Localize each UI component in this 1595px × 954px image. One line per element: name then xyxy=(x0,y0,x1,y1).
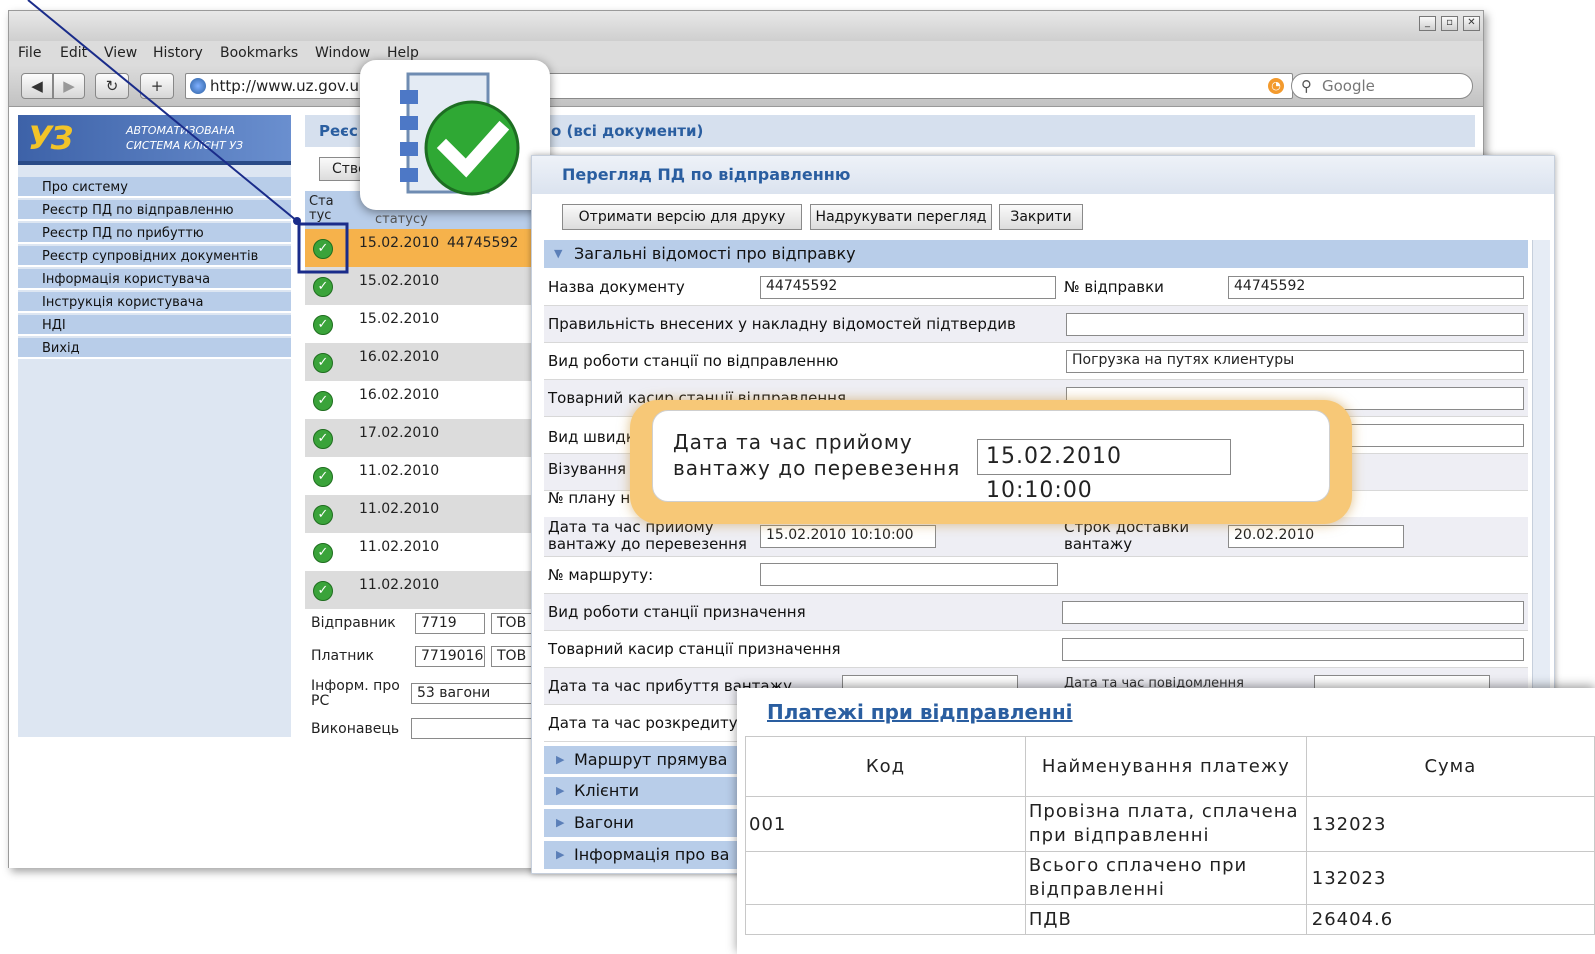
dest-work-label: Вид роботи станції призначення xyxy=(548,603,806,621)
dest-work-row: Вид роботи станції призначення xyxy=(544,594,1528,631)
col-code: Код xyxy=(745,736,1026,797)
dest-cashier-row: Товарний касир станції призначення xyxy=(544,631,1528,668)
payments-table: Код Найменування платежу Сума 001 Провіз… xyxy=(745,736,1595,935)
chevron-right-icon: ▶ xyxy=(556,753,565,766)
work-field[interactable]: Погрузка на путях клиентуры xyxy=(1066,350,1524,373)
callout-label: Дата та час прийому вантажу до перевезен… xyxy=(673,430,961,480)
doc-name-field[interactable]: 44745592 xyxy=(760,276,1056,299)
route-field[interactable] xyxy=(760,563,1058,586)
chevron-right-icon: ▶ xyxy=(556,848,565,861)
col-name: Найменування платежу xyxy=(1024,736,1307,797)
delivery-field[interactable]: 20.02.2010 xyxy=(1228,525,1404,548)
dialog-title: Перегляд ПД по відправленню xyxy=(532,156,1554,194)
col-sum: Сума xyxy=(1305,736,1595,797)
accept-label: Дата та час прийому вантажу до перевезен… xyxy=(548,518,747,553)
payment-sum: 26404.6 xyxy=(1305,904,1595,935)
payment-code xyxy=(745,851,1026,905)
accept-datetime-field[interactable]: 15.02.2010 10:10:00 xyxy=(760,525,936,548)
payment-sum: 132023 xyxy=(1305,851,1595,905)
route-label: № маршруту: xyxy=(548,566,654,584)
section-wagon-info-title: Інформація про ва xyxy=(574,845,730,864)
section-title: Загальні відомості про відправку xyxy=(574,244,856,263)
dest-cashier-label: Товарний касир станції призначення xyxy=(548,640,841,658)
section-route-title: Маршрут прямува xyxy=(574,750,728,769)
work-row: Вид роботи станції по відправленню Погру… xyxy=(544,343,1528,380)
callout-panel: Дата та час прийому вантажу до перевезен… xyxy=(652,410,1330,503)
section-clients-title: Клієнти xyxy=(574,781,639,800)
document-check-icon xyxy=(400,72,520,196)
route-row: № маршруту: xyxy=(544,557,1528,594)
general-info-section-header[interactable]: ▼ Загальні відомості про відправку xyxy=(544,240,1528,268)
confirm-field[interactable] xyxy=(1066,313,1524,336)
uncredit-label: Дата та час розкредиту xyxy=(548,714,738,732)
speed-label: Вид швидк xyxy=(548,428,635,446)
payment-name: Провізна плата, сплачена при відправленн… xyxy=(1024,796,1307,852)
payments-title[interactable]: Платежі при відправленні xyxy=(767,700,1073,724)
table-row: Всього сплачено при відправленні 132023 xyxy=(745,851,1595,905)
payment-code xyxy=(745,904,1026,935)
print-view-button[interactable]: Надрукувати перегляд xyxy=(810,204,992,230)
zoomed-status-icon xyxy=(360,60,550,210)
highlight-box xyxy=(297,222,349,274)
payments-panel: Платежі при відправленні Код Найменуванн… xyxy=(737,688,1595,954)
print-version-button[interactable]: Отримати версію для друку xyxy=(562,204,802,230)
visa-label: Візування xyxy=(548,460,626,478)
ship-no-label: № відправки xyxy=(1064,278,1164,296)
close-button[interactable]: Закрити xyxy=(999,204,1083,230)
chevron-down-icon: ▼ xyxy=(554,247,563,260)
payment-name: Всього сплачено при відправленні xyxy=(1024,851,1307,905)
table-row: ПДВ 26404.6 xyxy=(745,904,1595,935)
date-callout: Дата та час прийому вантажу до перевезен… xyxy=(630,400,1352,524)
confirm-row: Правильність внесених у накладну відомос… xyxy=(544,306,1528,343)
section-wagons-title: Вагони xyxy=(574,813,634,832)
payments-header-row: Код Найменування платежу Сума xyxy=(745,736,1595,797)
delivery-label: Строк доставки вантажу xyxy=(1064,518,1190,553)
table-row: 001 Провізна плата, сплачена при відправ… xyxy=(745,796,1595,852)
payment-sum: 132023 xyxy=(1305,796,1595,852)
callout-datetime-field: 15.02.2010 10:10:00 xyxy=(977,439,1231,503)
confirm-label: Правильність внесених у накладну відомос… xyxy=(548,315,1016,333)
chevron-right-icon: ▶ xyxy=(556,816,565,829)
payment-name: ПДВ xyxy=(1024,904,1307,935)
work-label: Вид роботи станції по відправленню xyxy=(548,352,839,370)
chevron-right-icon: ▶ xyxy=(556,784,565,797)
dest-work-field[interactable] xyxy=(1062,601,1524,624)
doc-name-label: Назва документу xyxy=(548,278,685,296)
payment-code: 001 xyxy=(745,796,1026,852)
dest-cashier-field[interactable] xyxy=(1062,638,1524,661)
plan-label: № плану на xyxy=(548,489,640,507)
pointer-line xyxy=(27,0,298,222)
ship-no-field[interactable]: 44745592 xyxy=(1228,276,1524,299)
doc-name-row: Назва документу 44745592 № відправки 447… xyxy=(544,269,1528,306)
